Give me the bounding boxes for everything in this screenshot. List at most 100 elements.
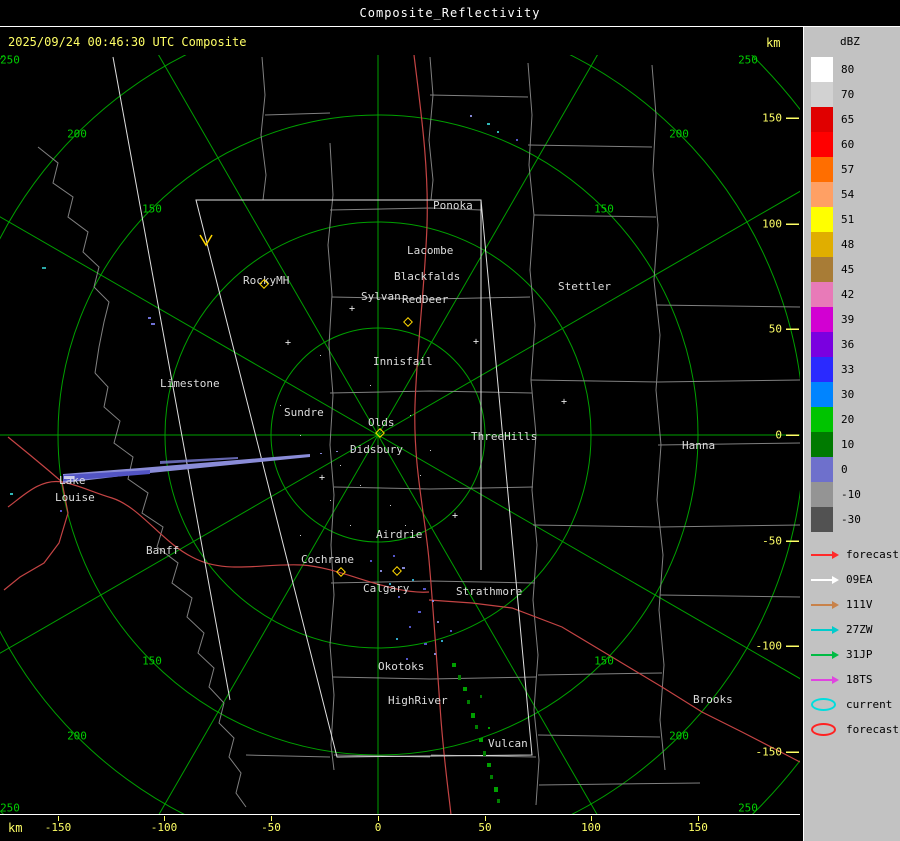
- coverage-outline: [112, 56, 533, 758]
- colorbar-entry: 57: [811, 157, 900, 182]
- colorbar-entry: 20: [811, 407, 900, 432]
- colorbar-value: 20: [841, 413, 855, 426]
- colorbar-entry: 80: [811, 57, 900, 82]
- colorbar-entry: 60: [811, 132, 900, 157]
- colorbar: 80 70 65 60 57 54 51 48 45 42 39 36 33 30 20 10 0 -10 -30: [811, 57, 900, 532]
- colorbar-value: 48: [841, 238, 855, 251]
- colorbar-swatch: [811, 407, 833, 432]
- colorbar-entry: 30: [811, 382, 900, 407]
- county-boundaries: [37, 56, 800, 808]
- colorbar-value: 57: [841, 163, 855, 176]
- colorbar-entry: 0: [811, 457, 900, 482]
- legend-row-27ZW: 27ZW: [811, 617, 900, 642]
- colorbar-entry: -30: [811, 507, 900, 532]
- legend-row-09EA: 09EA: [811, 567, 900, 592]
- timestamp-label: 2025/09/24 00:46:30 UTC Composite: [8, 35, 247, 49]
- colorbar-entry: 48: [811, 232, 900, 257]
- colorbar-swatch: [811, 457, 833, 482]
- legend-label: 111V: [846, 598, 873, 611]
- radar-echoes: [10, 115, 518, 803]
- colorbar-entry: 65: [811, 107, 900, 132]
- x-axis-label: -50: [261, 821, 281, 834]
- legend-row-forecast: forecast: [811, 542, 900, 567]
- current-ellipse-icon: [811, 698, 844, 711]
- dbz-unit-label: dBZ: [840, 35, 860, 48]
- colorbar-swatch: [811, 482, 833, 507]
- legend-row-current: current: [811, 692, 900, 717]
- x-axis-label: -100: [150, 821, 178, 834]
- x-axis-tick: [591, 816, 592, 821]
- right-axis-ticks: [786, 117, 799, 753]
- x-axis-label: 100: [581, 821, 601, 834]
- legend-label: current: [846, 698, 893, 711]
- radar-map-canvas[interactable]: [0, 55, 800, 815]
- colorbar-value: 60: [841, 138, 855, 151]
- colorbar-value: -30: [841, 513, 861, 526]
- colorbar-entry: 51: [811, 207, 900, 232]
- x-axis-tick: [698, 816, 699, 821]
- forecast-ellipse-icon: [811, 723, 844, 736]
- x-axis-label: 0: [374, 821, 382, 834]
- 18TS-arrow-icon: [811, 675, 844, 684]
- colorbar-entry: 45: [811, 257, 900, 282]
- legend-label: 31JP: [846, 648, 873, 661]
- colorbar-value: 70: [841, 88, 855, 101]
- colorbar-swatch: [811, 82, 833, 107]
- colorbar-value: 30: [841, 388, 855, 401]
- colorbar-value: 42: [841, 288, 855, 301]
- colorbar-entry: -10: [811, 482, 900, 507]
- x-axis-label: 50: [478, 821, 492, 834]
- colorbar-swatch: [811, 107, 833, 132]
- colorbar-swatch: [811, 207, 833, 232]
- x-axis-tick: [485, 816, 486, 821]
- colorbar-swatch: [811, 432, 833, 457]
- colorbar-value: 45: [841, 263, 855, 276]
- legend-row-18TS: 18TS: [811, 667, 900, 692]
- colorbar-value: 39: [841, 313, 855, 326]
- colorbar-swatch: [811, 507, 833, 532]
- colorbar-swatch: [811, 182, 833, 207]
- colorbar-value: 65: [841, 113, 855, 126]
- x-axis-tick: [58, 816, 59, 821]
- x-axis-tick: [164, 816, 165, 821]
- legend-row-111V: 111V: [811, 592, 900, 617]
- radar-viewer-window: Composite_Reflectivity 2025/09/24 00:46:…: [0, 0, 900, 841]
- colorbar-swatch: [811, 157, 833, 182]
- colorbar-swatch: [811, 57, 833, 82]
- km-unit-top: km: [766, 36, 781, 50]
- legend-row-31JP: 31JP: [811, 642, 900, 667]
- radial-lines: [0, 55, 800, 815]
- legend-label: 27ZW: [846, 623, 873, 636]
- legend-label: forecast: [846, 548, 899, 561]
- colorbar-value: 33: [841, 363, 855, 376]
- colorbar-entry: 33: [811, 357, 900, 382]
- colorbar-swatch: [811, 357, 833, 382]
- colorbar-value: 80: [841, 63, 855, 76]
- colorbar-entry: 39: [811, 307, 900, 332]
- colorbar-entry: 70: [811, 82, 900, 107]
- 31JP-arrow-icon: [811, 650, 844, 659]
- legend-label: 09EA: [846, 573, 873, 586]
- colorbar-value: 10: [841, 438, 855, 451]
- colorbar-entry: 10: [811, 432, 900, 457]
- colorbar-swatch: [811, 282, 833, 307]
- 27ZW-arrow-icon: [811, 625, 844, 634]
- legend-row-forecast: forecast: [811, 717, 900, 742]
- colorbar-value: 36: [841, 338, 855, 351]
- colorbar-swatch: [811, 382, 833, 407]
- 09EA-arrow-icon: [811, 575, 844, 584]
- 111V-arrow-icon: [811, 600, 844, 609]
- colorbar-value: 51: [841, 213, 855, 226]
- colorbar-value: -10: [841, 488, 861, 501]
- x-axis-tick: [271, 816, 272, 821]
- colorbar-swatch: [811, 257, 833, 282]
- colorbar-swatch: [811, 332, 833, 357]
- colorbar-entry: 36: [811, 332, 900, 357]
- colorbar-swatch: [811, 232, 833, 257]
- x-axis-label: 150: [688, 821, 708, 834]
- track-legend: forecast 09EA 111V 27ZW 31JP 18TS current forec…: [811, 542, 900, 742]
- colorbar-swatch: [811, 132, 833, 157]
- km-unit-bottom: km: [8, 821, 23, 835]
- legend-label: 18TS: [846, 673, 873, 686]
- window-title: Composite_Reflectivity: [0, 0, 900, 27]
